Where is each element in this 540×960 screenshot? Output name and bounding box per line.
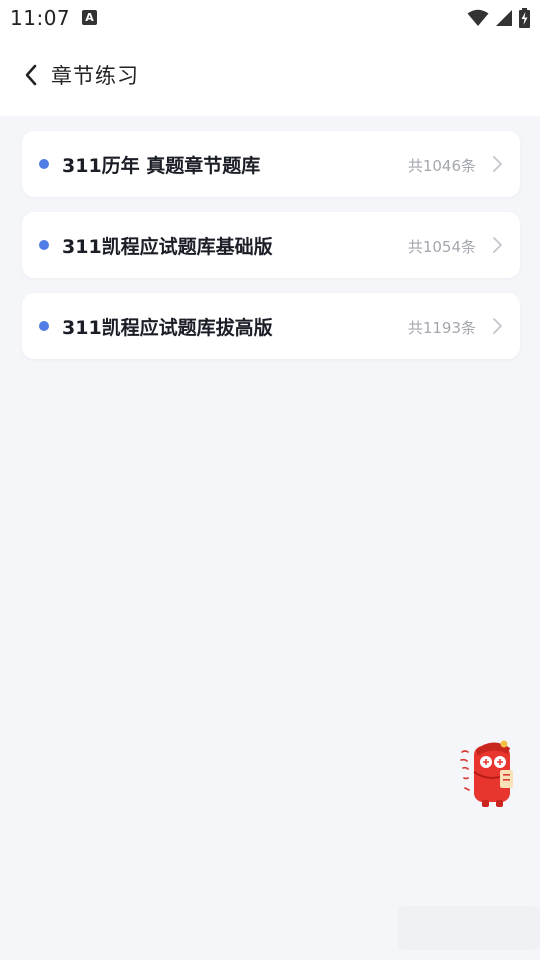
notification-a-icon: A (82, 10, 97, 25)
chapter-count: 共1046条 (407, 157, 476, 175)
header: 章节练习 (0, 36, 540, 116)
chevron-right-icon (493, 318, 502, 334)
chapter-card[interactable]: 311历年 真题章节题库 共1046条 (22, 131, 520, 197)
chevron-right-icon (493, 156, 502, 172)
chapter-count: 共1054条 (407, 238, 476, 256)
chapter-title: 311凯程应试题库拔高版 (62, 317, 273, 339)
bullet-dot (39, 159, 49, 169)
page-title: 章节练习 (51, 64, 139, 88)
wifi-icon (467, 9, 489, 26)
chapter-card[interactable]: 311凯程应试题库拔高版 共1193条 (22, 293, 520, 359)
chapter-list: 311历年 真题章节题库 共1046条 311凯程应试题库基础版 共1054条 … (22, 131, 520, 374)
red-envelope-mascot-button[interactable] (458, 738, 518, 810)
chapter-count: 共1193条 (407, 319, 476, 337)
chevron-right-icon (493, 237, 502, 253)
chapter-card[interactable]: 311凯程应试题库基础版 共1054条 (22, 212, 520, 278)
status-time: 11:07 (10, 6, 71, 30)
chapter-title: 311凯程应试题库基础版 (62, 236, 273, 258)
status-bar: 11:07 A (0, 0, 540, 36)
signal-icon (496, 10, 512, 26)
bullet-dot (39, 240, 49, 250)
status-icons (467, 7, 530, 29)
red-envelope-mascot-icon (460, 740, 513, 807)
battery-charging-icon (519, 8, 530, 28)
bottom-overlay (398, 906, 540, 950)
chapter-title: 311历年 真题章节题库 (62, 155, 261, 177)
bullet-dot (39, 321, 49, 331)
back-button[interactable] (14, 58, 48, 92)
chevron-left-icon (25, 64, 37, 86)
